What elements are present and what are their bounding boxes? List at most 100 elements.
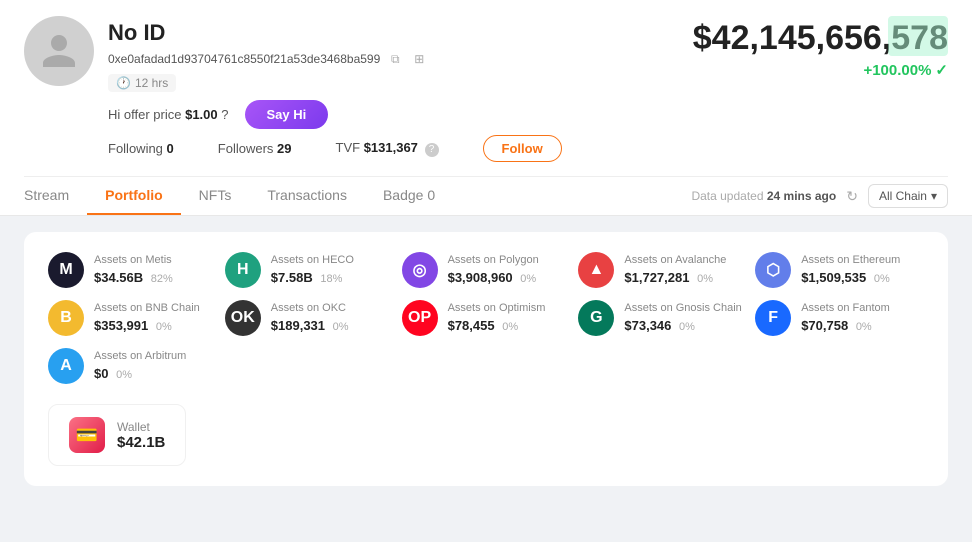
- tab-transactions[interactable]: Transactions: [249, 177, 365, 215]
- asset-value-row: $353,991 0%: [94, 317, 200, 335]
- data-updated-time: 24 mins ago: [767, 189, 836, 203]
- asset-pct: 0%: [874, 273, 890, 285]
- qr-icon[interactable]: ⊞: [410, 50, 428, 68]
- check-circle-icon: ✓: [935, 61, 948, 79]
- asset-name: Assets on Avalanche: [624, 253, 726, 268]
- asset-value-row: $78,455 0%: [448, 317, 546, 335]
- profile-right-wrap: $42,145,656,578 +100.00% ✓: [693, 16, 948, 79]
- stats-and-follow-row: Following 0 Followers 29 TVF $131,367 ? …: [108, 135, 948, 172]
- tvf-help-icon[interactable]: ?: [425, 143, 439, 157]
- asset-item[interactable]: ▲ Assets on Avalanche $1,727,281 0%: [578, 252, 747, 288]
- asset-icon: ◎: [402, 252, 438, 288]
- copy-icon[interactable]: ⧉: [386, 50, 404, 68]
- asset-name: Assets on HECO: [271, 253, 354, 268]
- asset-name: Assets on Optimism: [448, 301, 546, 316]
- assets-card: M Assets on Metis $34.56B 82% H Assets o…: [24, 232, 948, 486]
- asset-value-row: $7.58B 18%: [271, 269, 354, 287]
- asset-pct: 18%: [320, 273, 342, 285]
- time-ago: 12 hrs: [135, 76, 168, 90]
- wallet-icon: 💳: [69, 417, 105, 453]
- tab-badge[interactable]: Badge 0: [365, 177, 453, 215]
- chain-select-label: All Chain: [879, 189, 927, 203]
- tab-stream[interactable]: Stream: [24, 177, 87, 215]
- wallet-amount: $42.1B: [117, 434, 165, 451]
- profile-name: No ID: [108, 20, 428, 46]
- chain-select[interactable]: All Chain ▾: [868, 184, 948, 208]
- asset-item[interactable]: M Assets on Metis $34.56B 82%: [48, 252, 217, 288]
- tab-nfts[interactable]: NFTs: [181, 177, 250, 215]
- asset-item[interactable]: OP Assets on Optimism $78,455 0%: [402, 300, 571, 336]
- asset-name: Assets on Arbitrum: [94, 349, 186, 364]
- asset-pct: 82%: [151, 273, 173, 285]
- profile-sub-section: Hi offer price $1.00 ? Say Hi Following …: [24, 92, 948, 172]
- asset-value: $189,331: [271, 318, 325, 333]
- asset-info: Assets on Ethereum $1,509,535 0%: [801, 253, 900, 287]
- offer-and-sayhi-row: Hi offer price $1.00 ? Say Hi: [108, 92, 948, 135]
- tvf-stat: TVF $131,367 ?: [336, 140, 439, 157]
- hi-offer-help-icon[interactable]: ?: [221, 107, 228, 122]
- asset-item[interactable]: A Assets on Arbitrum $0 0%: [48, 348, 217, 384]
- wallet-address-row: 0xe0afadad1d93704761c8550f21a53de3468ba5…: [108, 50, 428, 68]
- asset-item[interactable]: ⬡ Assets on Ethereum $1,509,535 0%: [755, 252, 924, 288]
- asset-icon: OK: [225, 300, 261, 336]
- asset-info: Assets on Avalanche $1,727,281 0%: [624, 253, 726, 287]
- asset-icon: A: [48, 348, 84, 384]
- clock-icon: 🕐: [116, 76, 131, 90]
- asset-value: $1,509,535: [801, 270, 866, 285]
- wallet-section: 💳 Wallet $42.1B: [48, 404, 924, 466]
- following-stat: Following 0: [108, 141, 174, 156]
- chevron-down-icon: ▾: [931, 189, 937, 203]
- asset-name: Assets on Polygon: [448, 253, 539, 268]
- asset-item[interactable]: OK Assets on OKC $189,331 0%: [225, 300, 394, 336]
- asset-value-row: $3,908,960 0%: [448, 269, 539, 287]
- tabs-row: Stream Portfolio NFTs Transactions Badge…: [24, 176, 948, 215]
- asset-value: $1,727,281: [624, 270, 689, 285]
- asset-value: $78,455: [448, 318, 495, 333]
- time-badge: 🕐 12 hrs: [108, 74, 176, 92]
- followers-label: Followers: [218, 141, 274, 156]
- asset-pct: 0%: [697, 273, 713, 285]
- tvf-value: $131,367: [364, 140, 418, 155]
- avatar: [24, 16, 94, 86]
- top-bar: No ID 0xe0afadad1d93704761c8550f21a53de3…: [0, 0, 972, 216]
- asset-item[interactable]: F Assets on Fantom $70,758 0%: [755, 300, 924, 336]
- asset-item[interactable]: B Assets on BNB Chain $353,991 0%: [48, 300, 217, 336]
- tab-portfolio[interactable]: Portfolio: [87, 177, 181, 215]
- follow-button[interactable]: Follow: [483, 135, 562, 162]
- change-pct-text: +100.00%: [863, 62, 931, 79]
- asset-item[interactable]: ◎ Assets on Polygon $3,908,960 0%: [402, 252, 571, 288]
- refresh-icon[interactable]: ↻: [846, 188, 858, 205]
- following-label: Following: [108, 141, 163, 156]
- followers-count: 29: [277, 141, 291, 156]
- asset-info: Assets on Optimism $78,455 0%: [448, 301, 546, 335]
- asset-icon: F: [755, 300, 791, 336]
- avatar-icon: [39, 31, 79, 71]
- asset-info: Assets on Polygon $3,908,960 0%: [448, 253, 539, 287]
- asset-info: Assets on BNB Chain $353,991 0%: [94, 301, 200, 335]
- asset-pct: 0%: [679, 321, 695, 333]
- asset-icon: ▲: [578, 252, 614, 288]
- asset-info: Assets on Metis $34.56B 82%: [94, 253, 173, 287]
- asset-info: Assets on HECO $7.58B 18%: [271, 253, 354, 287]
- asset-pct: 0%: [520, 273, 536, 285]
- wallet-info: Wallet $42.1B: [117, 420, 165, 451]
- asset-value: $34.56B: [94, 270, 143, 285]
- wallet-address-text: 0xe0afadad1d93704761c8550f21a53de3468ba5…: [108, 52, 380, 66]
- wallet-label: Wallet: [117, 420, 165, 434]
- asset-value-row: $189,331 0%: [271, 317, 349, 335]
- tabs-meta: Data updated 24 mins ago ↻ All Chain ▾: [691, 184, 948, 208]
- asset-value: $73,346: [624, 318, 671, 333]
- main-content: M Assets on Metis $34.56B 82% H Assets o…: [0, 216, 972, 518]
- profile-info: No ID 0xe0afadad1d93704761c8550f21a53de3…: [108, 16, 428, 92]
- asset-name: Assets on Gnosis Chain: [624, 301, 741, 316]
- say-hi-button[interactable]: Say Hi: [245, 100, 329, 129]
- asset-icon: ⬡: [755, 252, 791, 288]
- asset-icon: H: [225, 252, 261, 288]
- asset-pct: 0%: [333, 321, 349, 333]
- asset-info: Assets on OKC $189,331 0%: [271, 301, 349, 335]
- asset-item[interactable]: G Assets on Gnosis Chain $73,346 0%: [578, 300, 747, 336]
- tvf-label: TVF: [336, 140, 361, 155]
- asset-item[interactable]: H Assets on HECO $7.58B 18%: [225, 252, 394, 288]
- following-count: 0: [167, 141, 174, 156]
- asset-icon: B: [48, 300, 84, 336]
